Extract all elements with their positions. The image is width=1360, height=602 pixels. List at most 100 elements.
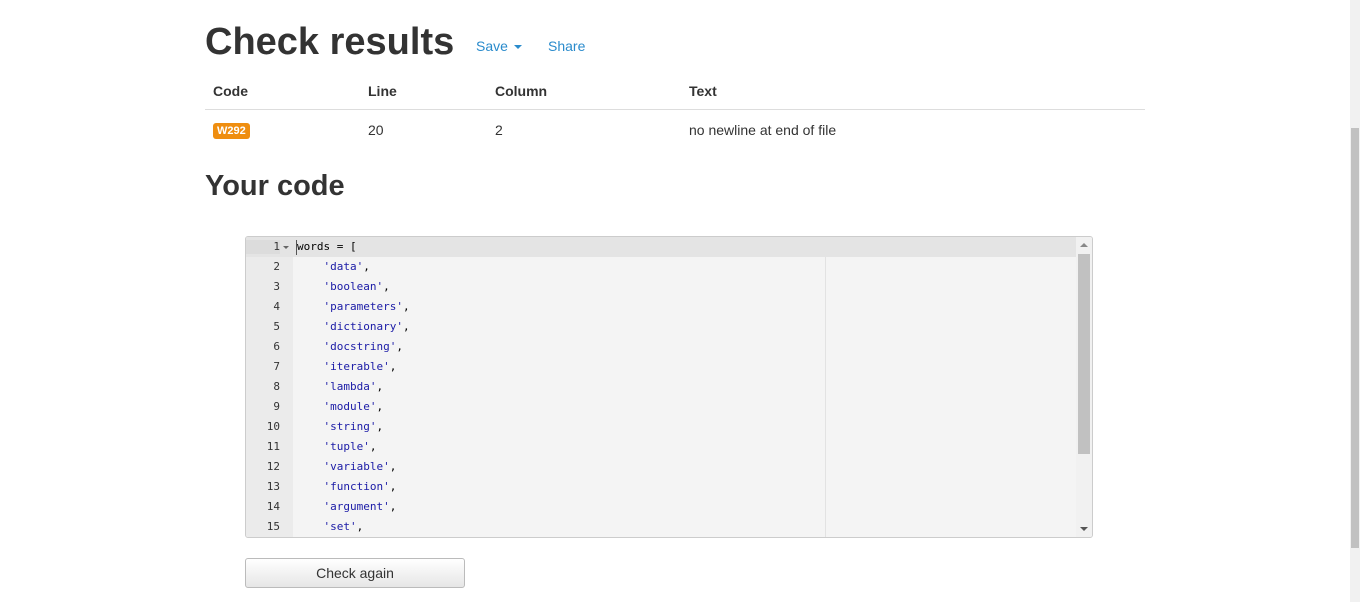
code-line[interactable]: 8 'lambda', [246, 377, 1076, 397]
code-text: 'parameters', [297, 300, 410, 314]
warning-code-badge: W292 [213, 123, 250, 139]
line-number: 11 [266, 440, 280, 453]
line-number: 1 [246, 240, 280, 254]
code-token: , [389, 360, 397, 373]
code-text: 'function', [297, 480, 397, 494]
code-token: , [402, 320, 410, 333]
line-number: 7 [273, 360, 280, 373]
code-line[interactable]: 7 'iterable', [246, 357, 1076, 377]
string-literal: 'tuple' [323, 440, 370, 453]
code-token: , [363, 260, 370, 273]
fold-arrow-icon[interactable] [283, 246, 289, 249]
page-scrollbar-thumb[interactable] [1351, 128, 1359, 548]
line-number: 4 [273, 300, 280, 313]
code-text: 'module', [297, 400, 384, 414]
column-header-text: Text [689, 83, 717, 99]
cell-line: 20 [368, 122, 384, 138]
code-line[interactable]: 10 'string', [246, 417, 1076, 437]
code-token: , [376, 400, 384, 413]
string-literal: 'variable' [323, 460, 390, 473]
string-literal: 'lambda' [323, 380, 377, 393]
code-token: , [389, 500, 397, 513]
code-token: , [369, 440, 377, 453]
save-label: Save [476, 38, 508, 54]
code-text: 'lambda', [297, 380, 384, 394]
string-literal: 'data' [323, 260, 364, 273]
results-table: Code Line Column Text W292 20 2 no newli… [205, 78, 1145, 148]
code-token: , [376, 380, 384, 393]
cell-text: no newline at end of file [689, 122, 837, 138]
code-line[interactable]: 1 words = [ [246, 237, 1076, 257]
line-number: 9 [273, 400, 280, 413]
line-number: 3 [273, 280, 280, 293]
line-number: 8 [273, 380, 280, 393]
string-literal: 'module' [323, 400, 377, 413]
code-token: words = [ [297, 240, 357, 253]
code-token: , [383, 280, 390, 293]
check-again-button[interactable]: Check again [245, 558, 465, 588]
editor-scrollbar[interactable] [1076, 237, 1092, 537]
page-title: Check results [205, 21, 455, 63]
code-token: , [402, 300, 410, 313]
string-literal: 'function' [323, 480, 390, 493]
code-token: , [356, 520, 364, 533]
code-line[interactable]: 11 'tuple', [246, 437, 1076, 457]
code-lines[interactable]: 1 words = [2 'data', 3 'boolean', 4 'parame… [246, 237, 1076, 537]
table-row: W292 20 2 no newline at end of file [205, 110, 1145, 148]
code-text: 'docstring', [297, 340, 403, 354]
code-line[interactable]: 5 'dictionary', [246, 317, 1076, 337]
code-line[interactable]: 12 'variable', [246, 457, 1076, 477]
code-token: , [389, 480, 397, 493]
string-literal: 'argument' [323, 500, 390, 513]
code-line[interactable]: 2 'data', [246, 257, 1076, 277]
line-number: 2 [273, 260, 280, 273]
string-literal: 'parameters' [323, 300, 403, 313]
save-dropdown-button[interactable]: Save [476, 38, 522, 54]
column-header-code: Code [213, 83, 248, 99]
editor-scrollbar-thumb[interactable] [1078, 254, 1090, 454]
cell-column: 2 [495, 122, 503, 138]
code-text: 'boolean', [297, 280, 390, 294]
code-line[interactable]: 4 'parameters', [246, 297, 1076, 317]
code-token: , [396, 340, 403, 353]
column-header-column: Column [495, 83, 548, 99]
code-text: 'argument', [297, 500, 397, 514]
code-text: words = [ [297, 240, 357, 254]
scroll-down-icon[interactable] [1080, 527, 1088, 531]
code-line[interactable]: 14 'argument', [246, 497, 1076, 517]
code-text: 'iterable', [297, 360, 397, 374]
code-line[interactable]: 15 'set', [246, 517, 1076, 537]
string-literal: 'iterable' [323, 360, 390, 373]
line-number: 12 [266, 460, 280, 473]
code-text: 'tuple', [297, 440, 377, 454]
code-token: , [376, 420, 384, 433]
results-table-header: Code Line Column Text [205, 78, 1145, 110]
code-line[interactable]: 6 'docstring', [246, 337, 1076, 357]
code-line[interactable]: 9 'module', [246, 397, 1076, 417]
column-header-line: Line [368, 83, 397, 99]
code-text: 'set', [297, 520, 364, 534]
code-editor[interactable]: 1 words = [2 'data', 3 'boolean', 4 'parame… [245, 236, 1093, 538]
line-number: 13 [266, 480, 280, 493]
code-text: 'data', [297, 260, 370, 274]
string-literal: 'docstring' [323, 340, 397, 353]
code-text: 'dictionary', [297, 320, 410, 334]
code-line[interactable]: 3 'boolean', [246, 277, 1076, 297]
page-scrollbar[interactable] [1350, 0, 1360, 602]
code-line[interactable]: 13 'function', [246, 477, 1076, 497]
scroll-up-icon[interactable] [1080, 243, 1088, 247]
share-link[interactable]: Share [548, 38, 585, 54]
line-number: 14 [266, 500, 280, 513]
